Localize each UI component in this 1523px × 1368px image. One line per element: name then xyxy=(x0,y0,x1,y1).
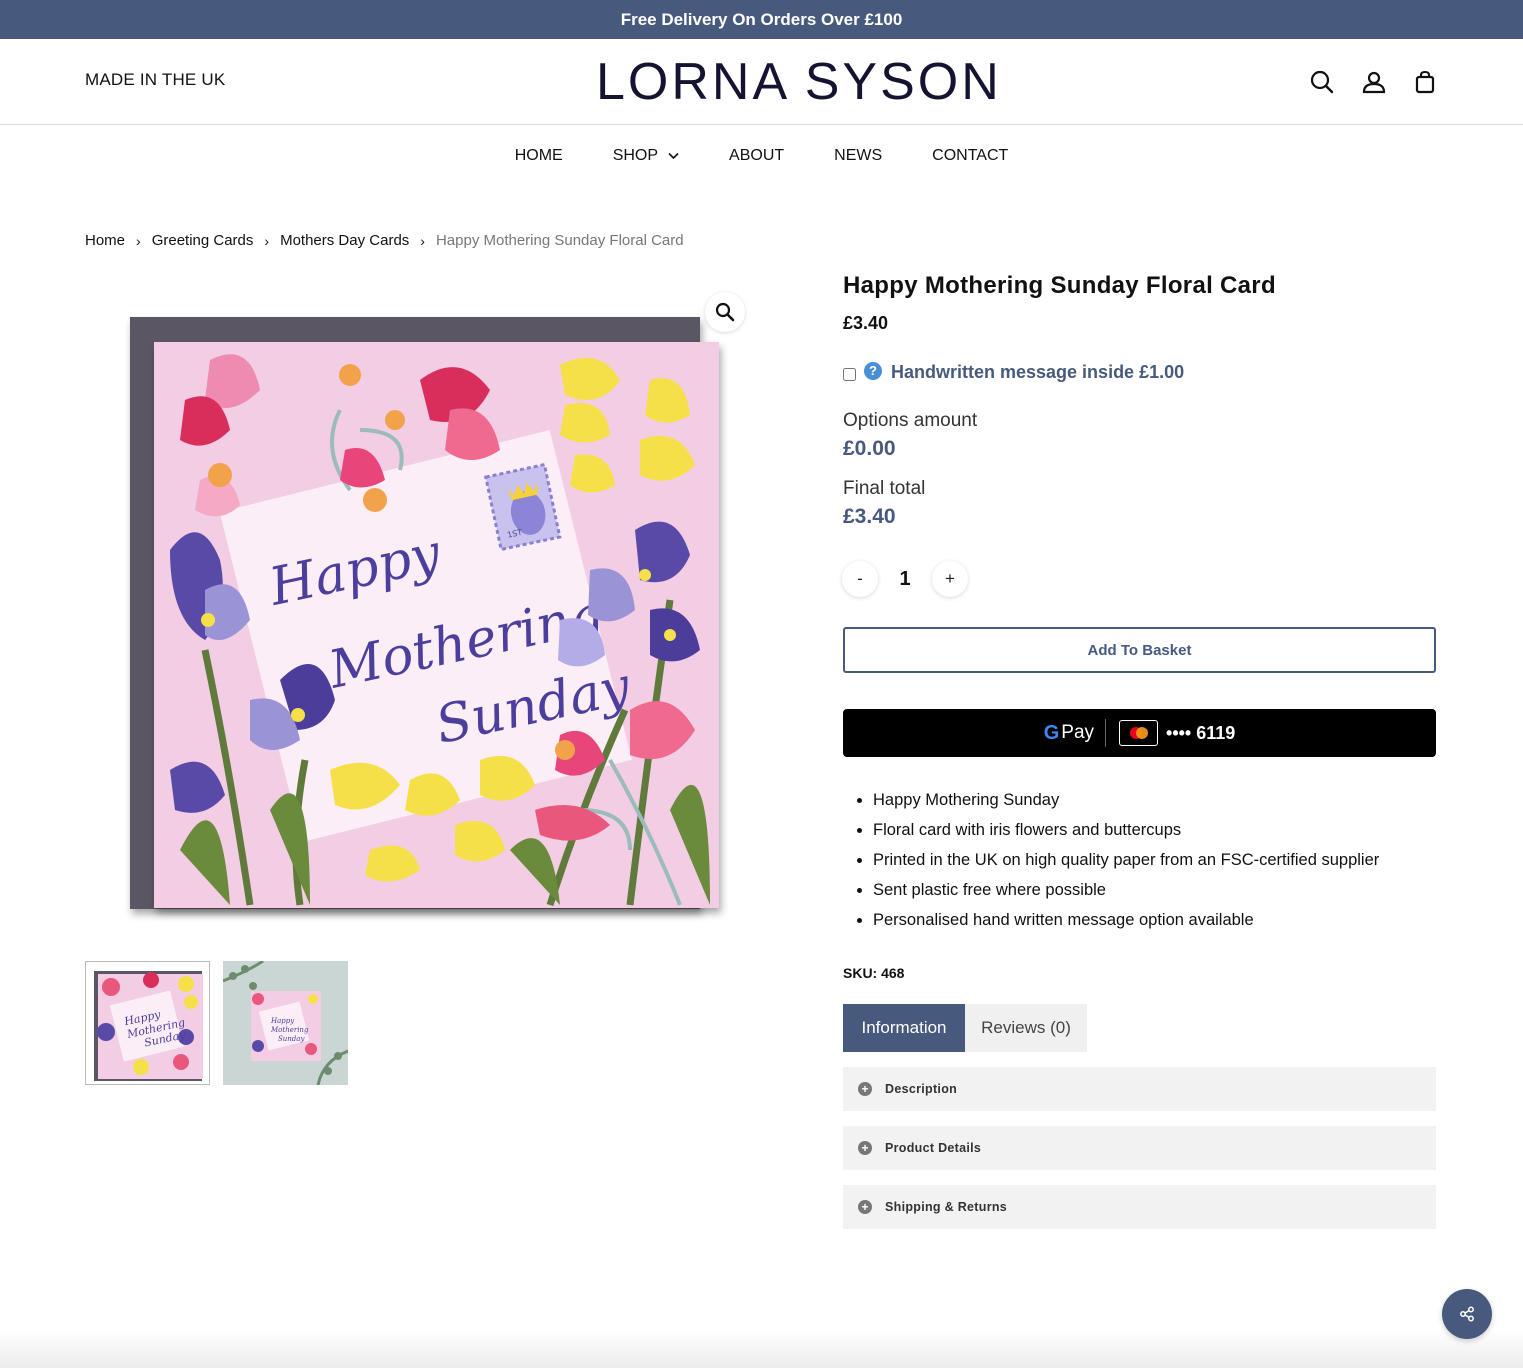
bag-icon[interactable] xyxy=(1412,69,1438,95)
gallery-thumbnail[interactable]: Happy Mothering Sunday xyxy=(223,961,348,1085)
breadcrumb: Home › Greeting Cards › Mothers Day Card… xyxy=(85,232,684,249)
accordion-shipping-returns[interactable]: + Shipping & Returns xyxy=(843,1185,1436,1229)
nav-contact[interactable]: CONTACT xyxy=(932,144,1008,168)
feature-item: Sent plastic free where possible xyxy=(873,875,1379,905)
google-g-letter: G xyxy=(1043,721,1060,744)
search-icon[interactable] xyxy=(1309,69,1335,95)
chevron-right-icon: › xyxy=(136,232,141,249)
feature-item: Personalised hand written message option… xyxy=(873,905,1379,935)
site-logo[interactable]: LORNA SYSON xyxy=(596,53,1002,111)
gallery-thumbnail[interactable]: Happy Mothering Sunday xyxy=(85,961,210,1085)
promo-text: Free Delivery On Orders Over £100 xyxy=(620,9,903,29)
final-total-label: Final total xyxy=(843,478,926,499)
product-features-list: Happy Mothering Sunday Floral card with … xyxy=(873,785,1379,935)
quantity-increase-button[interactable]: + xyxy=(932,561,968,597)
thumbnail-image: Happy Mothering Sunday xyxy=(86,962,209,1084)
google-g-icon: G xyxy=(1044,722,1060,745)
nav-shop[interactable]: SHOP xyxy=(613,144,679,168)
options-amount-label: Options amount xyxy=(843,410,978,431)
feature-item: Printed in the UK on high quality paper … xyxy=(873,845,1379,875)
product-sku: SKU: 468 xyxy=(843,965,905,981)
tab-information[interactable]: Information xyxy=(843,1004,965,1052)
product-price: £3.40 xyxy=(843,313,889,333)
zoom-button[interactable] xyxy=(705,292,745,332)
mastercard-icon xyxy=(1119,720,1159,746)
accordion-description[interactable]: + Description xyxy=(843,1067,1436,1111)
account-icon[interactable] xyxy=(1361,69,1387,95)
thumbnail-image-lifestyle: Happy Mothering Sunday xyxy=(223,961,348,1085)
nav-about[interactable]: ABOUT xyxy=(729,144,784,168)
svg-text:Sunday: Sunday xyxy=(278,1035,305,1043)
gpay-label: Pay xyxy=(1061,722,1095,743)
breadcrumb-greeting-cards[interactable]: Greeting Cards xyxy=(152,232,254,249)
page-bottom-fade xyxy=(0,1330,1523,1368)
nav-shop-label: SHOP xyxy=(612,147,659,164)
card-number: •••• 6119 xyxy=(1166,722,1236,743)
product-title: Happy Mothering Sunday Floral Card xyxy=(843,272,1276,299)
quantity-input[interactable]: 1 xyxy=(890,568,920,591)
product-main-image[interactable]: 1ST Happy Mothering Sunday xyxy=(110,290,750,940)
made-in-uk-tagline: MADE IN THE UK xyxy=(85,70,226,89)
breadcrumb-home[interactable]: Home xyxy=(85,232,125,249)
final-total-value: £3.40 xyxy=(843,505,896,528)
nav-contact-label: CONTACT xyxy=(932,147,1009,164)
breadcrumb-current: Happy Mothering Sunday Floral Card xyxy=(435,232,684,249)
nav-about-label: ABOUT xyxy=(729,147,785,164)
google-pay-button[interactable]: G Pay •••• 6119 xyxy=(843,709,1436,757)
accordion-label: Shipping & Returns xyxy=(885,1200,1008,1214)
feature-item: Floral card with iris flowers and butter… xyxy=(873,815,1379,845)
help-icon[interactable]: ? xyxy=(864,361,882,380)
nav-home-label: HOME xyxy=(514,147,563,164)
plus-circle-icon: + xyxy=(858,1141,872,1155)
plus-circle-icon: + xyxy=(858,1082,872,1096)
promo-banner: Free Delivery On Orders Over £100 xyxy=(0,0,1523,39)
svg-text:Happy: Happy xyxy=(270,1017,295,1025)
handwritten-message-checkbox[interactable] xyxy=(843,368,856,381)
options-amount-value: £0.00 xyxy=(843,437,896,460)
svg-text:Mothering: Mothering xyxy=(270,1026,309,1034)
site-header: MADE IN THE UK LORNA SYSON xyxy=(0,39,1523,125)
breadcrumb-mothers-day-cards[interactable]: Mothers Day Cards xyxy=(280,232,409,249)
nav-news-label: NEWS xyxy=(834,147,883,164)
zoom-icon xyxy=(715,302,735,322)
main-nav: HOME SHOP ABOUT NEWS CONTACT xyxy=(0,144,1523,168)
nav-home[interactable]: HOME xyxy=(515,144,563,168)
accordion-product-details[interactable]: + Product Details xyxy=(843,1126,1436,1170)
handwritten-option: ? Handwritten message inside £1.00 xyxy=(843,361,1184,383)
quantity-decrease-button[interactable]: - xyxy=(842,561,878,597)
gpay-divider xyxy=(1105,719,1107,747)
tab-reviews[interactable]: Reviews (0) xyxy=(965,1004,1087,1052)
add-to-basket-button[interactable]: Add To Basket xyxy=(843,627,1436,673)
share-icon xyxy=(1460,1306,1474,1322)
accordion-label: Description xyxy=(885,1082,958,1096)
accordion-label: Product Details xyxy=(885,1141,982,1155)
nav-news[interactable]: NEWS xyxy=(834,144,882,168)
handwritten-option-label[interactable]: Handwritten message inside £1.00 xyxy=(891,362,1184,383)
feature-item: Happy Mothering Sunday xyxy=(873,785,1379,815)
share-button[interactable] xyxy=(1442,1289,1492,1339)
chevron-right-icon: › xyxy=(420,232,425,249)
chevron-right-icon: › xyxy=(264,232,270,249)
chevron-down-icon xyxy=(668,152,679,160)
plus-circle-icon: + xyxy=(858,1200,872,1214)
